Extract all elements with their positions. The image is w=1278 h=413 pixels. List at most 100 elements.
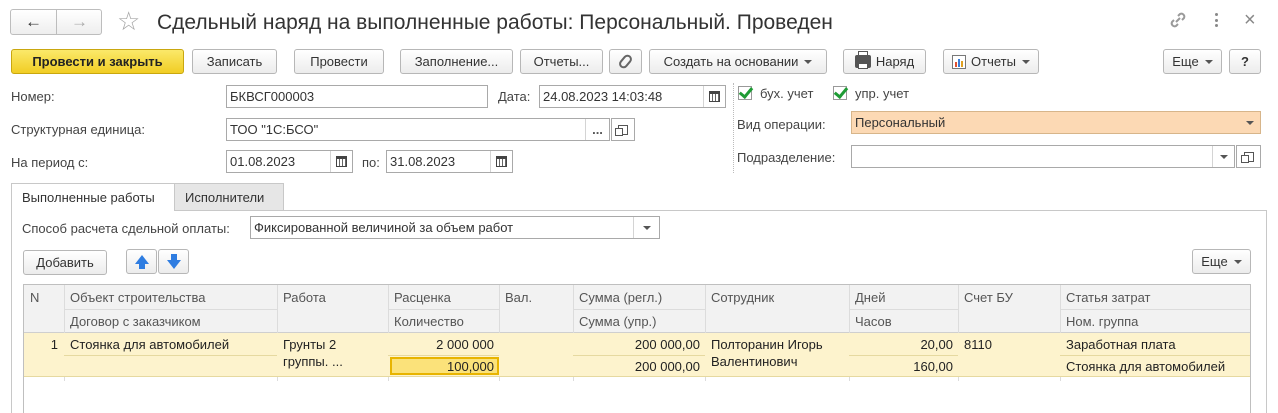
fill-button[interactable]: Заполнение... [400,49,513,74]
cell-account[interactable]: 8110 [964,337,992,352]
calendar-button[interactable] [330,151,352,172]
dropdown-button[interactable] [633,217,659,238]
department-select[interactable] [851,145,1235,168]
create-based-button[interactable]: Создать на основании [649,49,827,74]
cell-quantity-active[interactable]: 100,000 [390,357,499,375]
col-header-nom-group[interactable]: Ном. группа [1060,309,1250,333]
help-button[interactable]: ? [1229,49,1261,74]
col-header-account[interactable]: Счет БУ [958,285,1060,309]
calendar-icon [709,91,720,102]
col-header-days[interactable]: Дней [849,285,958,309]
number-field[interactable]: БКВСГ000003 [226,85,488,108]
cell-hours[interactable]: 160,00 [849,359,953,374]
reports-menu-button[interactable]: Отчеты [943,49,1039,74]
date-field[interactable]: 24.08.2023 14:03:48 [539,85,726,108]
create-based-label: Создать на основании [663,54,799,69]
cell-cost-item[interactable]: Заработная плата [1066,337,1176,352]
operation-select[interactable]: Персональный [851,111,1261,134]
add-row-button[interactable]: Добавить [23,250,107,275]
period-from-value: 01.08.2023 [230,154,296,169]
period-label: На период с: [11,155,89,170]
cell-work-line1[interactable]: Грунты 2 [283,337,336,352]
more-button[interactable]: Еще [1163,49,1222,74]
forward-button[interactable]: → [57,10,102,34]
save-button[interactable]: Записать [192,49,277,74]
cell-employee-line1[interactable]: Полторанин Игорь [711,337,823,352]
report-chart-icon [952,54,967,69]
order-print-button[interactable]: Наряд [843,49,926,74]
open-department-button[interactable] [1236,145,1261,168]
more-label: Еще [1172,54,1199,69]
back-button[interactable]: ← [11,10,57,34]
period-from-field[interactable]: 01.08.2023 [226,150,353,173]
unit-label: Структурная единица: [11,122,146,137]
chevron-down-icon [1021,59,1030,64]
calendar-icon [496,156,507,167]
cell-rate[interactable]: 2 000 000 [388,337,494,352]
calendar-button[interactable] [703,86,725,107]
nav-back-forward: ← → [10,9,102,35]
close-icon[interactable]: × [1244,8,1256,32]
date-label: Дата: [498,89,531,104]
cell-object[interactable]: Стоянка для автомобилей [70,337,229,352]
dropdown-button[interactable] [1212,146,1234,167]
tab-executors[interactable]: Исполнители [174,183,284,210]
management-label: упр. учет [855,86,910,101]
calendar-icon [336,156,347,167]
col-header-contract[interactable]: Договор с заказчиком [64,309,277,333]
method-label: Способ расчета сдельной оплаты: [22,221,230,236]
col-header-sum-mgmt[interactable]: Сумма (упр.) [573,309,705,333]
accounting-checkbox[interactable] [738,86,752,100]
chevron-down-icon [1246,121,1254,125]
period-to-field[interactable]: 31.08.2023 [386,150,513,173]
calendar-button[interactable] [490,151,512,172]
method-select[interactable]: Фиксированной величиной за объем работ [250,216,660,239]
date-value: 24.08.2023 14:03:48 [543,89,663,104]
arrow-right-icon: → [71,12,88,31]
chevron-down-icon [804,59,813,64]
open-icon [615,124,628,136]
operation-label: Вид операции: [737,117,826,132]
favorite-star-icon[interactable]: ☆ [117,6,140,36]
arrow-down-icon [166,254,181,269]
col-header-rate[interactable]: Расценка [388,285,499,309]
method-value: Фиксированной величиной за объем работ [254,220,514,235]
management-checkbox[interactable] [833,86,847,100]
reports-button[interactable]: Отчеты... [520,49,603,74]
post-and-close-button[interactable]: Провести и закрыть [11,49,184,74]
cell-nom-group[interactable]: Стоянка для автомобилей [1066,359,1225,374]
post-button[interactable]: Провести [294,49,384,74]
move-up-button[interactable] [126,249,157,274]
cell-work-line2[interactable]: группы. ... [283,354,343,369]
table-more-button[interactable]: Еще [1192,249,1251,274]
period-to-label: по: [362,155,380,170]
unit-value: ТОО "1С:БСО" [230,122,319,137]
cell-employee-line2[interactable]: Валентинович [711,354,797,369]
attach-button[interactable] [609,49,642,74]
chevron-down-icon [1219,154,1228,159]
cell-sum-reg[interactable]: 200 000,00 [573,337,700,352]
col-header-object[interactable]: Объект строительства [64,285,277,309]
reports-menu-label: Отчеты [971,54,1016,69]
tab-completed-works[interactable]: Выполненные работы [11,183,175,211]
cell-n: 1 [50,337,58,352]
cell-days[interactable]: 20,00 [849,337,953,352]
open-unit-button[interactable] [611,118,635,141]
unit-field[interactable]: ТОО "1С:БСО" ... [226,118,610,141]
col-header-quantity[interactable]: Количество [388,309,499,333]
order-print-label: Наряд [875,54,915,69]
chevron-down-icon [1204,59,1213,64]
col-header-hours[interactable]: Часов [849,309,958,333]
col-header-currency[interactable]: Вал. [499,285,573,309]
col-header-n[interactable]: N [24,285,64,309]
select-button[interactable]: ... [585,119,609,140]
chevron-down-icon [1233,259,1242,264]
col-header-work[interactable]: Работа [277,285,388,309]
cell-sum-mgmt[interactable]: 200 000,00 [573,359,700,374]
col-header-sum-reg[interactable]: Сумма (регл.) [573,285,705,309]
more-vertical-icon[interactable] [1209,10,1223,30]
col-header-employee[interactable]: Сотрудник [705,285,849,309]
move-down-button[interactable] [158,249,189,274]
col-header-cost-item[interactable]: Статья затрат [1060,285,1250,309]
link-icon[interactable] [1168,10,1188,30]
